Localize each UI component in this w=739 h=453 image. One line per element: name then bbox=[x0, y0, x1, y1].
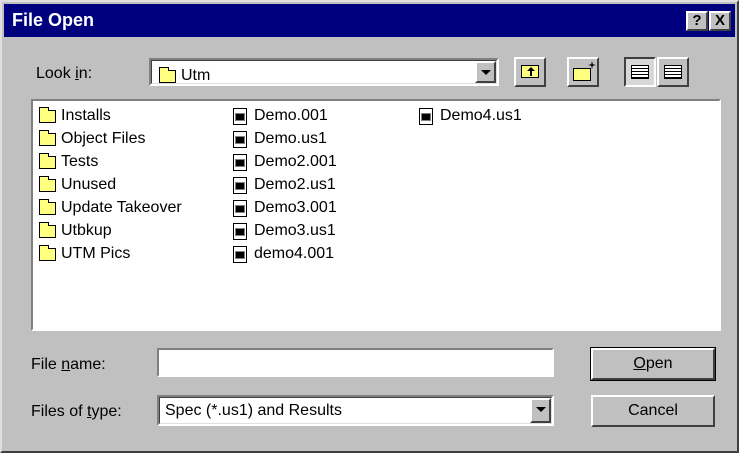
folder-icon bbox=[39, 152, 56, 169]
list-item[interactable]: UTM Pics bbox=[39, 243, 130, 265]
list-view-button[interactable] bbox=[624, 57, 656, 87]
file-name-field[interactable] bbox=[157, 348, 554, 377]
open-button[interactable]: Open bbox=[590, 347, 716, 381]
file-type-value: Spec (*.us1) and Results bbox=[165, 402, 342, 419]
list-item[interactable]: Utbkup bbox=[39, 220, 112, 242]
file-icon bbox=[233, 222, 247, 240]
file-icon bbox=[233, 245, 247, 263]
folder-icon bbox=[39, 244, 56, 261]
help-button[interactable]: ? bbox=[686, 11, 708, 31]
up-one-level-button[interactable] bbox=[514, 57, 546, 87]
folder-icon bbox=[39, 198, 56, 215]
file-icon bbox=[233, 130, 247, 148]
list-item[interactable]: Demo.us1 bbox=[233, 128, 327, 150]
look-in-combo[interactable]: Utm bbox=[149, 58, 499, 86]
file-type-combo[interactable]: Spec (*.us1) and Results bbox=[157, 395, 554, 426]
file-icon bbox=[233, 107, 247, 125]
list-item[interactable]: Demo2.us1 bbox=[233, 174, 336, 196]
file-list[interactable]: Installs Object Files Tests Unused Updat… bbox=[31, 99, 721, 331]
list-item[interactable]: Demo2.001 bbox=[233, 151, 337, 173]
file-icon bbox=[233, 153, 247, 171]
folder-icon bbox=[39, 221, 56, 238]
file-name-label: File name: bbox=[31, 356, 106, 373]
list-view-icon bbox=[631, 65, 649, 79]
file-open-dialog: File Open ? X Look in: Utm Installs Obje… bbox=[0, 0, 739, 453]
list-item[interactable]: Unused bbox=[39, 174, 116, 196]
list-item[interactable]: Demo3.001 bbox=[233, 197, 337, 219]
create-new-folder-button[interactable] bbox=[567, 57, 599, 87]
look-in-value: Utm bbox=[181, 67, 211, 84]
cancel-button[interactable]: Cancel bbox=[591, 395, 715, 427]
file-type-dropdown-button[interactable] bbox=[530, 398, 551, 423]
up-folder-icon bbox=[521, 65, 539, 78]
title-bar[interactable]: File Open ? X bbox=[4, 4, 735, 37]
dialog-title: File Open bbox=[12, 10, 95, 30]
new-folder-icon bbox=[573, 68, 591, 81]
list-item[interactable]: Demo4.us1 bbox=[419, 105, 522, 127]
list-item[interactable]: demo4.001 bbox=[233, 243, 334, 265]
file-type-label: Files of type: bbox=[31, 403, 122, 420]
list-item[interactable]: Update Takeover bbox=[39, 197, 182, 219]
list-item[interactable]: Object Files bbox=[39, 128, 145, 150]
details-view-icon bbox=[664, 65, 682, 79]
file-icon bbox=[419, 107, 433, 125]
folder-icon bbox=[39, 175, 56, 192]
list-item[interactable]: Demo3.us1 bbox=[233, 220, 336, 242]
look-in-label: Look in: bbox=[36, 65, 93, 82]
list-item[interactable]: Installs bbox=[39, 105, 111, 127]
list-item[interactable]: Demo.001 bbox=[233, 105, 328, 127]
folder-icon bbox=[39, 129, 56, 146]
list-item[interactable]: Tests bbox=[39, 151, 98, 173]
file-icon bbox=[233, 176, 247, 194]
folder-icon bbox=[159, 66, 176, 83]
folder-icon bbox=[39, 106, 56, 123]
close-button[interactable]: X bbox=[709, 11, 731, 31]
look-in-dropdown-button[interactable] bbox=[475, 61, 496, 83]
file-icon bbox=[233, 199, 247, 217]
details-view-button[interactable] bbox=[657, 57, 689, 87]
